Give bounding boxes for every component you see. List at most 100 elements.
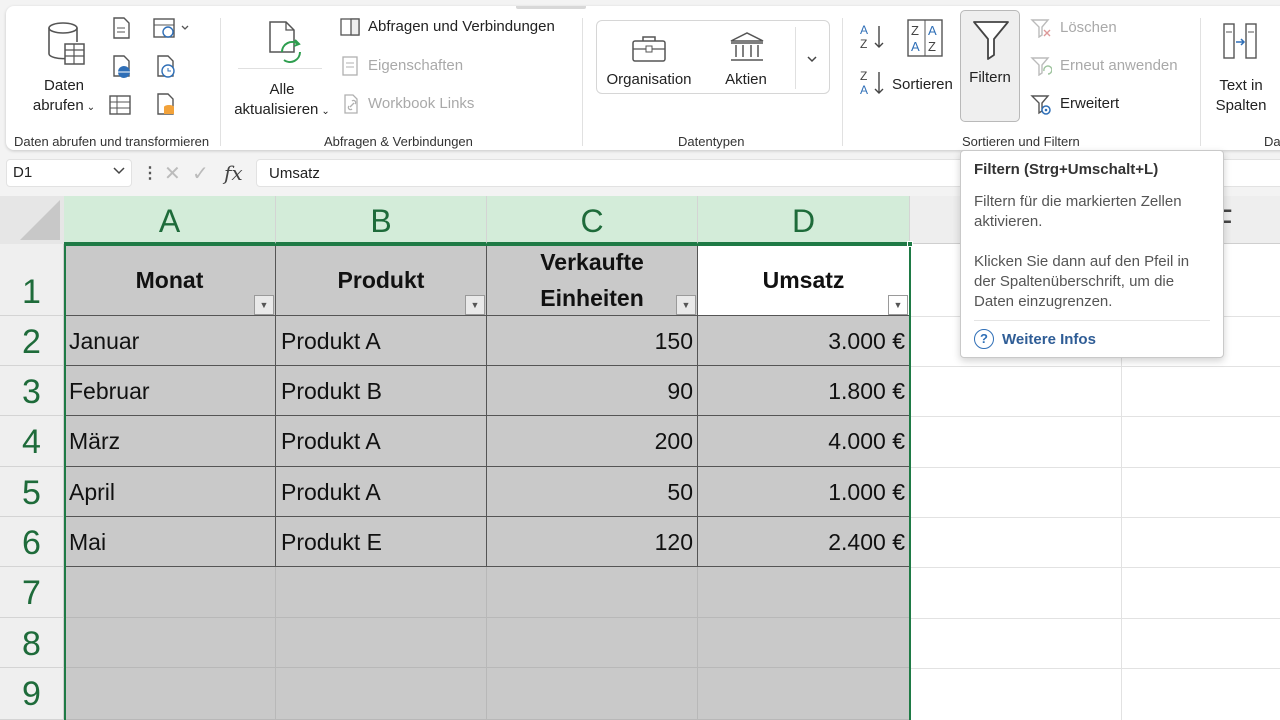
refresh-all-label: Alle aktualisieren ⌄ bbox=[234, 81, 330, 118]
cell-revenue[interactable]: 1.800 € bbox=[698, 366, 910, 416]
row-header-5[interactable]: 5 bbox=[0, 467, 64, 517]
sort-descending-button[interactable]: ZA bbox=[858, 68, 888, 98]
cell-units[interactable]: 50 bbox=[487, 467, 698, 517]
empty-cell[interactable] bbox=[487, 567, 698, 618]
get-data-button[interactable]: Daten abrufen ⌄ bbox=[24, 14, 104, 120]
empty-cell[interactable] bbox=[487, 618, 698, 668]
column-header-b[interactable]: B bbox=[276, 196, 487, 244]
select-all-corner[interactable] bbox=[0, 196, 64, 244]
filter-dropdown-icon[interactable]: ▼ bbox=[888, 295, 908, 315]
row-header-3[interactable]: 3 bbox=[0, 366, 64, 416]
header-cell-month[interactable]: Monat bbox=[64, 244, 276, 316]
existing-connections-icon[interactable] bbox=[154, 54, 178, 80]
header-cell-units[interactable]: Verkaufte Einheiten bbox=[487, 244, 698, 316]
clear-label: Löschen bbox=[1060, 19, 1117, 36]
filter-dropdown-icon[interactable]: ▼ bbox=[465, 295, 485, 315]
cell-product[interactable]: Produkt A bbox=[276, 467, 487, 517]
cell-month[interactable]: Januar bbox=[64, 316, 276, 366]
cell-units[interactable]: 90 bbox=[487, 366, 698, 416]
svg-text:Z: Z bbox=[860, 37, 867, 51]
sort-dialog-button[interactable]: ZAAZ Sortieren bbox=[892, 14, 958, 114]
column-header-a[interactable]: A bbox=[64, 196, 276, 244]
row-header-2[interactable]: 2 bbox=[0, 316, 64, 366]
empty-cell[interactable] bbox=[487, 668, 698, 720]
empty-cell[interactable] bbox=[64, 618, 276, 668]
row-header-6[interactable]: 6 bbox=[0, 517, 64, 567]
empty-cell[interactable] bbox=[698, 618, 910, 668]
empty-cell[interactable] bbox=[276, 567, 487, 618]
sort-dialog-icon: ZAAZ bbox=[907, 19, 943, 57]
svg-text:A: A bbox=[860, 83, 868, 97]
cell-units[interactable]: 200 bbox=[487, 416, 698, 467]
from-database-icon[interactable] bbox=[154, 92, 178, 118]
properties-icon bbox=[342, 56, 358, 76]
row-header-9[interactable]: 9 bbox=[0, 668, 64, 720]
name-box[interactable]: D1 bbox=[6, 159, 132, 187]
from-text-csv-icon[interactable] bbox=[110, 16, 132, 40]
cell-units[interactable]: 120 bbox=[487, 517, 698, 567]
row-header-4[interactable]: 4 bbox=[0, 416, 64, 467]
header-cell-revenue[interactable]: Umsatz bbox=[698, 244, 910, 316]
empty-cell[interactable] bbox=[276, 668, 487, 720]
text-to-columns-button[interactable]: Text in Spalten bbox=[1206, 14, 1276, 120]
cell-revenue[interactable]: 1.000 € bbox=[698, 467, 910, 517]
cell-revenue[interactable]: 3.000 € bbox=[698, 316, 910, 366]
properties-label: Eigenschaften bbox=[368, 57, 464, 74]
chevron-down-icon: ⌄ bbox=[86, 102, 96, 113]
sort-ascending-button[interactable]: AZ bbox=[858, 22, 888, 52]
column-header-d[interactable]: D bbox=[698, 196, 910, 244]
ribbon-scroll-marker bbox=[516, 6, 586, 9]
text-to-columns-label: Text in Spalten bbox=[1215, 77, 1267, 114]
row-header-1[interactable]: 1 bbox=[0, 244, 64, 316]
from-table-range-icon[interactable] bbox=[108, 94, 132, 116]
empty-cell[interactable] bbox=[698, 668, 910, 720]
fill-handle[interactable] bbox=[907, 241, 913, 247]
cell-product[interactable]: Produkt A bbox=[276, 316, 487, 366]
refresh-all-button[interactable]: Alle aktualisieren ⌄ bbox=[230, 14, 334, 120]
cell-month[interactable]: März bbox=[64, 416, 276, 467]
workbook-links-icon bbox=[344, 94, 358, 114]
organisation-datatype-button[interactable]: Organisation bbox=[601, 25, 697, 91]
filter-tooltip: Filtern (Strg+Umschalt+L) Filtern für di… bbox=[960, 150, 1224, 358]
row-header-7[interactable]: 7 bbox=[0, 567, 64, 618]
filter-dropdown-icon[interactable]: ▼ bbox=[254, 295, 274, 315]
cell-product[interactable]: Produkt A bbox=[276, 416, 487, 467]
organisation-label: Organisation bbox=[606, 71, 692, 88]
recent-sources-icon[interactable] bbox=[152, 16, 194, 40]
ribbon: Daten abrufen ⌄ Daten abrufen und transfo… bbox=[6, 6, 1280, 150]
from-web-icon[interactable] bbox=[110, 54, 132, 80]
cell-product[interactable]: Produkt E bbox=[276, 517, 487, 567]
cell-revenue[interactable]: 2.400 € bbox=[698, 517, 910, 567]
empty-cell[interactable] bbox=[276, 618, 487, 668]
cell-revenue[interactable]: 4.000 € bbox=[698, 416, 910, 467]
gridline bbox=[910, 567, 1280, 568]
insert-function-icon[interactable]: fx bbox=[224, 161, 243, 185]
more-info-link[interactable]: ? Weitere Infos bbox=[974, 329, 1210, 349]
cell-month[interactable]: April bbox=[64, 467, 276, 517]
empty-cell[interactable] bbox=[64, 567, 276, 618]
more-options-icon[interactable]: ⋮ bbox=[142, 163, 158, 183]
stocks-datatype-button[interactable]: Aktien bbox=[703, 25, 789, 91]
filter-dropdown-icon[interactable]: ▼ bbox=[676, 295, 696, 315]
cancel-icon[interactable]: ✕ bbox=[164, 161, 181, 186]
tooltip-divider bbox=[974, 320, 1210, 321]
empty-cell[interactable] bbox=[64, 668, 276, 720]
chevron-down-icon[interactable] bbox=[113, 167, 125, 175]
enter-check-icon[interactable]: ✓ bbox=[192, 161, 209, 186]
row-header-8[interactable]: 8 bbox=[0, 618, 64, 668]
tooltip-hint: Klicken Sie dann auf den Pfeil in der Sp… bbox=[974, 253, 1190, 310]
group-label-datatypes: Datentypen bbox=[678, 134, 745, 149]
empty-cell[interactable] bbox=[698, 567, 910, 618]
advanced-label: Erweitert bbox=[1060, 95, 1120, 112]
cell-month[interactable]: Februar bbox=[64, 366, 276, 416]
datatypes-more-button[interactable] bbox=[797, 25, 827, 91]
column-header-c[interactable]: C bbox=[487, 196, 698, 244]
gallery-divider bbox=[795, 27, 796, 89]
filter-button[interactable]: Filtern bbox=[960, 10, 1020, 122]
cell-month[interactable]: Mai bbox=[64, 517, 276, 567]
group-label-get-transform: Daten abrufen und transformieren bbox=[14, 134, 210, 149]
queries-connections-label: Abfragen und Verbindungen bbox=[368, 18, 555, 35]
cell-units[interactable]: 150 bbox=[487, 316, 698, 366]
cell-product[interactable]: Produkt B bbox=[276, 366, 487, 416]
header-cell-product[interactable]: Produkt bbox=[276, 244, 487, 316]
